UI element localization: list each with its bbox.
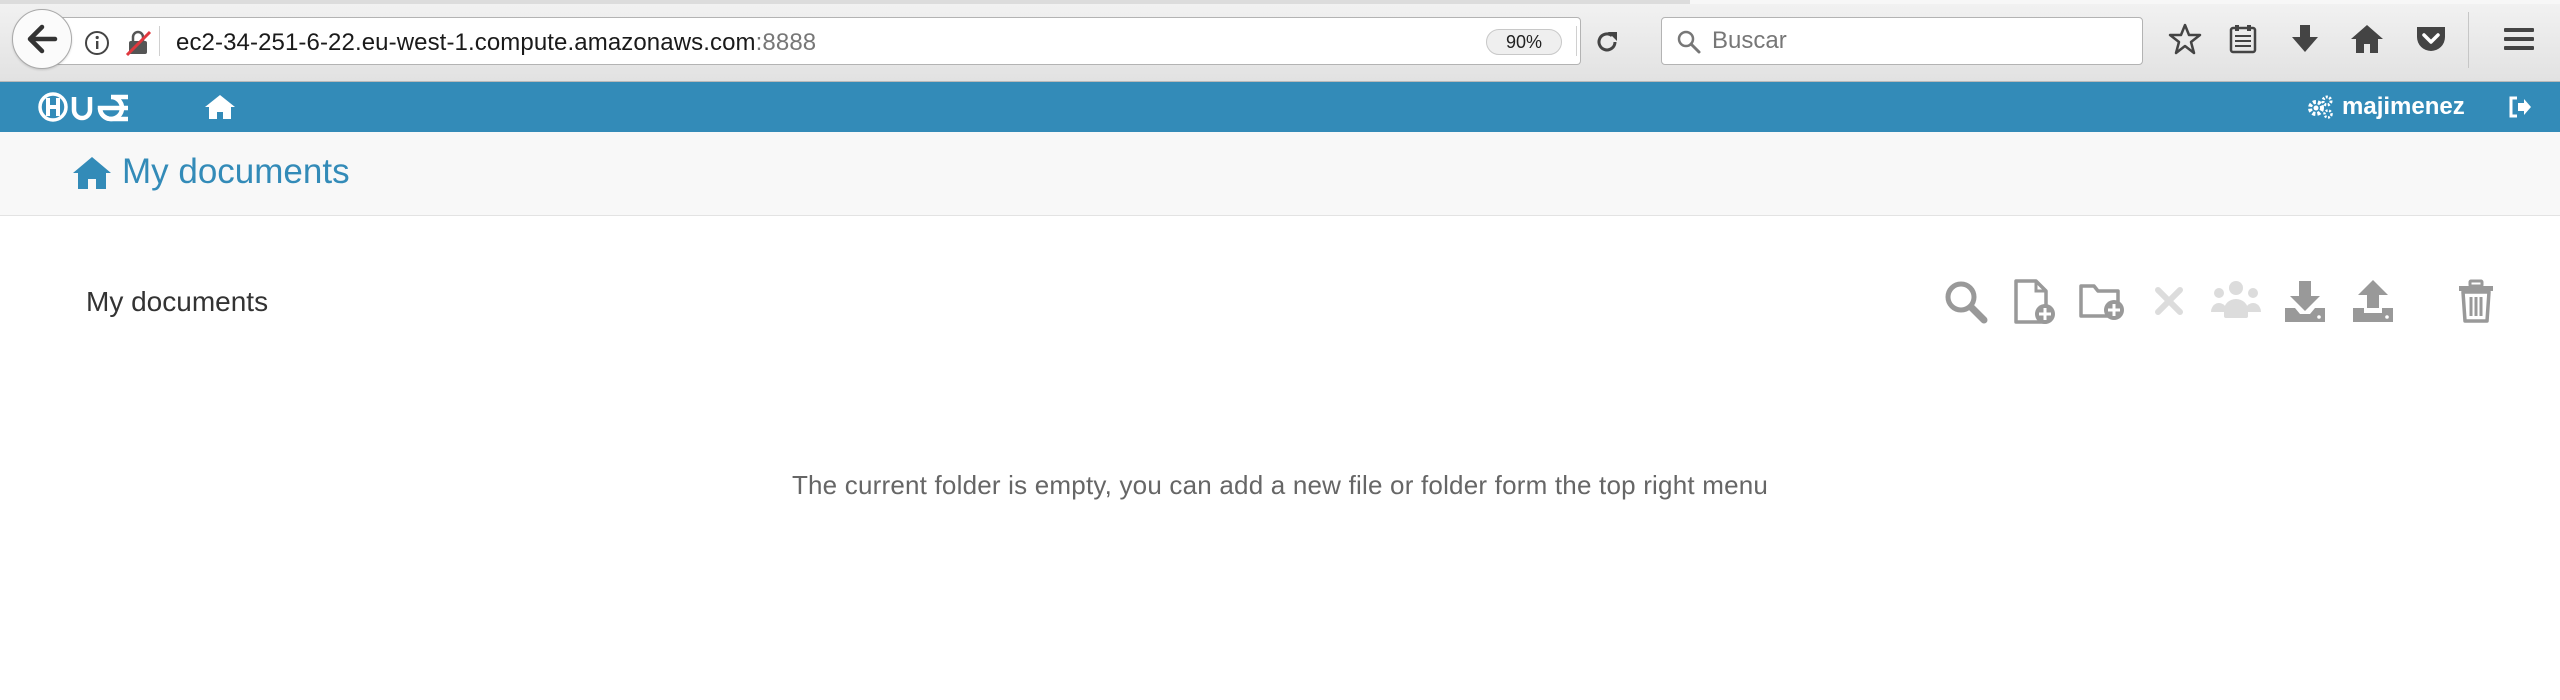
tab-strip <box>0 0 2560 4</box>
download-icon[interactable] <box>2282 278 2328 324</box>
zoom-level-badge[interactable]: 90% <box>1486 29 1562 55</box>
page-title: My documents <box>122 152 350 191</box>
hue-navbar: majimenez <box>0 82 2560 132</box>
user-menu[interactable]: majimenez <box>2306 93 2465 121</box>
new-document-icon[interactable] <box>2012 278 2058 326</box>
toolbar-divider <box>2468 12 2469 68</box>
empty-folder-message: The current folder is empty, you can add… <box>791 470 1769 500</box>
reload-icon[interactable] <box>1594 29 1620 55</box>
info-icon[interactable] <box>84 30 110 56</box>
reading-list-icon[interactable] <box>2226 22 2260 56</box>
url-port: :8888 <box>755 29 817 56</box>
upload-icon[interactable] <box>2350 278 2396 324</box>
browser-search-input[interactable] <box>1712 22 2122 60</box>
section-title: My documents <box>86 286 269 317</box>
logout-icon[interactable] <box>2508 96 2532 118</box>
download-icon[interactable] <box>2288 22 2322 56</box>
home-icon[interactable] <box>2350 22 2384 56</box>
new-folder-icon[interactable] <box>2078 278 2126 324</box>
active-tab-edge <box>1690 0 2560 4</box>
url-divider <box>159 26 160 56</box>
home-icon <box>73 157 111 189</box>
cogs-icon <box>2308 95 2333 119</box>
url-divider <box>1576 26 1577 56</box>
url-host: ec2-34-251-6-22.eu-west-1.compute.amazon… <box>176 29 756 56</box>
back-arrow-icon <box>27 24 58 54</box>
home-icon[interactable] <box>204 94 236 120</box>
delete-x-icon[interactable] <box>2150 278 2190 324</box>
star-icon[interactable] <box>2168 22 2202 56</box>
share-users-icon[interactable] <box>2210 278 2262 324</box>
trash-icon[interactable] <box>2456 278 2496 324</box>
pocket-icon[interactable] <box>2414 22 2448 56</box>
back-button[interactable] <box>12 9 72 69</box>
address-bar[interactable]: ec2-34-251-6-22.eu-west-1.compute.amazon… <box>56 17 1617 65</box>
page-header: My documents <box>0 132 2560 216</box>
hue-logo-icon[interactable] <box>38 92 142 122</box>
mixed-content-icon[interactable] <box>124 29 152 57</box>
browser-toolbar: ec2-34-251-6-22.eu-west-1.compute.amazon… <box>0 0 2560 82</box>
search-icon <box>1677 30 1701 54</box>
username: majimenez <box>2342 93 2465 120</box>
search-icon[interactable] <box>1942 278 1988 324</box>
url-text[interactable]: ec2-34-251-6-22.eu-west-1.compute.amazon… <box>176 29 816 57</box>
browser-search-box[interactable] <box>1661 17 2143 65</box>
menu-icon[interactable] <box>2502 22 2536 56</box>
